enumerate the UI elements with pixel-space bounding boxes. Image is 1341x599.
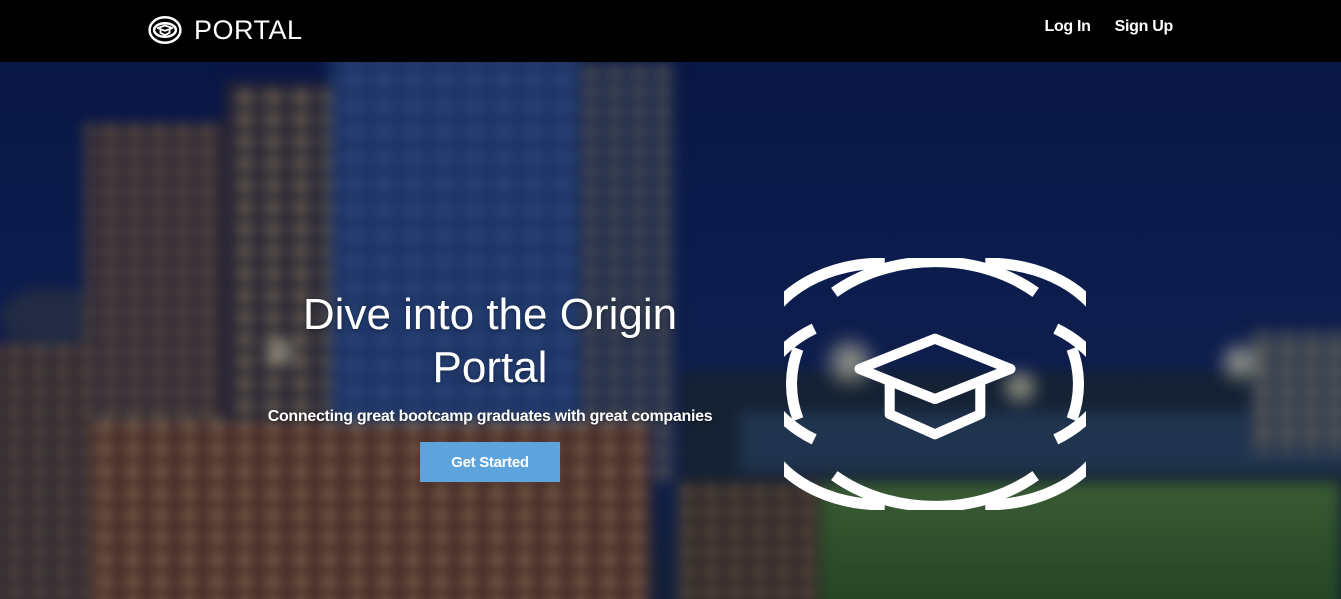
brand-home-link[interactable]: PORTAL [148, 12, 303, 48]
top-navbar: PORTAL Log In Sign Up [0, 0, 1341, 62]
brand-name: PORTAL [194, 14, 303, 45]
hero-title-line-2: Portal [432, 343, 548, 392]
hero-section: Dive into the Origin Portal Connecting g… [0, 62, 1341, 599]
signup-link[interactable]: Sign Up [1115, 18, 1174, 36]
origin-logo-icon [784, 258, 1086, 510]
login-link[interactable]: Log In [1044, 18, 1090, 36]
get-started-button[interactable]: Get Started [420, 442, 560, 482]
nav-links: Log In Sign Up [1044, 18, 1173, 36]
hero-title: Dive into the Origin Portal [240, 288, 740, 394]
origin-logo-icon [148, 16, 182, 44]
hero-title-line-1: Dive into the Origin [302, 290, 678, 339]
hero-subtitle: Connecting great bootcamp graduates with… [267, 408, 713, 425]
hero-text-block: Dive into the Origin Portal Connecting g… [240, 288, 740, 482]
